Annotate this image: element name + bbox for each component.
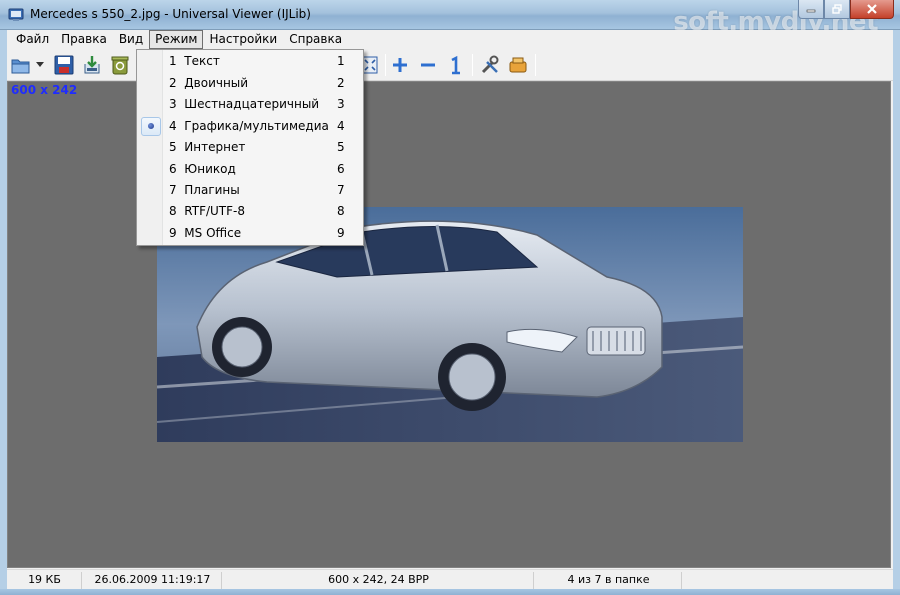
actual-size-icon [451,55,460,75]
status-folder-position: 4 из 7 в папке [536,572,682,589]
menu-view[interactable]: Вид [113,30,149,49]
app-window: Mercedes s 550_2.jpg - Universal Viewer … [0,0,900,595]
mode-menu-item-binary[interactable]: 2 Двоичный 2 [139,73,361,94]
mode-menu-item-label: 3 Шестнадцатеричный [169,97,320,111]
mode-menu-item-text[interactable]: 1 Текст 1 [139,51,361,72]
mode-menu-item-shortcut: 6 [337,162,345,176]
zoom-in-button[interactable] [388,53,412,77]
open-dropdown-button[interactable] [34,53,46,77]
mode-menu-item-shortcut: 2 [337,76,345,90]
export-button[interactable] [80,53,104,77]
menu-file[interactable]: Файл [10,30,55,49]
plugin-icon [509,57,527,73]
mode-menu-item-shortcut: 4 [337,119,345,133]
mode-menu-item-label: 1 Текст [169,54,220,68]
dropdown-arrow-icon [36,62,44,67]
close-button[interactable] [850,0,894,19]
tools-button[interactable] [478,53,502,77]
menu-edit[interactable]: Правка [55,30,113,49]
mode-menu-item-label: 5 Интернет [169,140,246,154]
plugin-button[interactable] [506,53,530,77]
zoom-out-icon [421,63,435,67]
mode-menu-item-shortcut: 7 [337,183,345,197]
save-button[interactable] [52,53,76,77]
status-file-date: 26.06.2009 11:19:17 [84,572,222,589]
menu-help[interactable]: Справка [283,30,348,49]
mode-menu-item-msoffice[interactable]: 9 MS Office 9 [139,223,361,244]
window-controls [798,0,894,20]
menu-mode[interactable]: Режим [149,30,204,49]
open-icon [11,59,30,74]
recycle-button[interactable] [108,53,132,77]
export-icon [84,56,100,74]
window-bottom-border [0,589,900,595]
mode-menu-item-shortcut: 8 [337,204,345,218]
actual-size-button[interactable] [443,53,467,77]
close-icon [867,4,877,14]
mode-menu-item-internet[interactable]: 5 Интернет 5 [139,137,361,158]
mode-menu-item-shortcut: 3 [337,97,345,111]
radio-selected-icon [141,117,161,136]
mode-menu-item-shortcut: 9 [337,226,345,240]
maximize-button[interactable] [824,0,850,19]
toolbar-separator [385,54,386,76]
minimize-button[interactable] [798,0,824,19]
status-file-size: 19 КБ [8,572,82,589]
zoom-out-button[interactable] [416,53,440,77]
status-bar: 19 КБ 26.06.2009 11:19:17 600 x 242, 24 … [0,569,900,589]
open-button[interactable] [9,53,33,77]
mode-menu-item-label: 9 MS Office [169,226,242,240]
mode-menu-item-label: 7 Плагины [169,183,240,197]
mode-menu-item-label: 4 Графика/мультимедиа [169,119,329,133]
image-dimensions-overlay: 600 x 242 [11,83,78,97]
zoom-in-icon [393,58,407,72]
mode-menu-dropdown: 1 Текст 1 2 Двоичный 2 3 Шестнадцатеричн… [136,49,364,246]
window-right-border [893,30,900,589]
window-left-border [0,30,7,589]
mode-menu-item-graphics[interactable]: 4 Графика/мультимедиа 4 [139,116,361,137]
mode-menu-item-shortcut: 5 [337,140,345,154]
toolbar [0,49,900,81]
mode-menu-item-shortcut: 1 [337,54,345,68]
title-bar[interactable]: Mercedes s 550_2.jpg - Universal Viewer … [0,0,900,37]
mode-menu-item-unicode[interactable]: 6 Юникод 6 [139,159,361,180]
recycle-icon [111,56,129,75]
mode-menu-item-hex[interactable]: 3 Шестнадцатеричный 3 [139,94,361,115]
window-title: Mercedes s 550_2.jpg - Universal Viewer … [30,7,311,21]
toolbar-separator [535,54,536,76]
minimize-icon [806,9,816,13]
status-image-info: 600 x 242, 24 BPP [224,572,534,589]
mode-menu-item-label: 6 Юникод [169,162,236,176]
mode-menu-item-label: 2 Двоичный [169,76,249,90]
status-empty [684,572,884,589]
mode-menu-item-label: 8 RTF/UTF-8 [169,204,246,218]
menu-settings[interactable]: Настройки [203,30,283,49]
app-icon [8,8,24,21]
restore-icon [832,4,842,14]
save-icon [54,55,74,75]
tools-icon [481,55,499,74]
mode-menu-item-rtf[interactable]: 8 RTF/UTF-8 8 [139,201,361,222]
mode-menu-item-plugins[interactable]: 7 Плагины 7 [139,180,361,201]
toolbar-separator [472,54,473,76]
menu-bar: Файл Правка Вид Режим Настройки Справка [0,30,900,49]
